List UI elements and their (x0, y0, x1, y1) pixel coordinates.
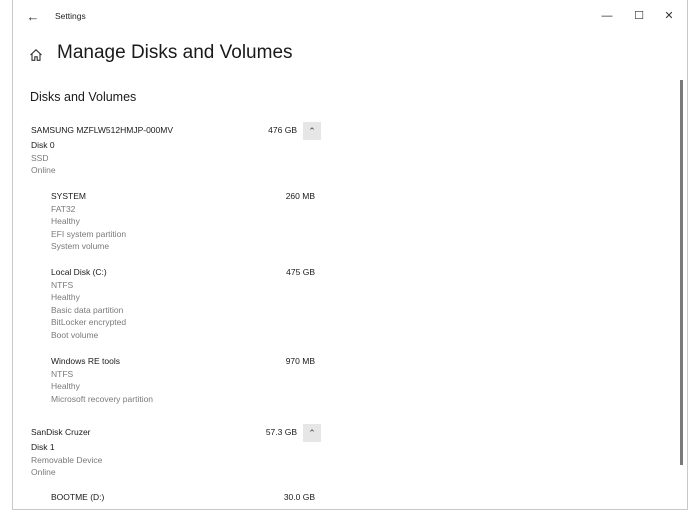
disk-type: Removable Device (31, 454, 103, 465)
disk-header-row[interactable]: SanDisk Cruzer 57.3 GB ⌃ (31, 424, 321, 442)
home-icon[interactable] (29, 48, 43, 62)
disk-entry: SAMSUNG MZFLW512HMJP-000MV 476 GB ⌃ Disk… (31, 122, 321, 177)
page-title: Manage Disks and Volumes (57, 42, 293, 63)
volume-partition-type: EFI system partition (51, 228, 127, 239)
volume-size: 30.0 GB (283, 492, 315, 502)
volume-size: 970 MB (285, 356, 315, 366)
volume-health: Healthy (51, 381, 80, 392)
volume-name: Windows RE tools (51, 356, 120, 366)
chevron-up-icon[interactable]: ⌃ (303, 122, 321, 140)
disk-header-row[interactable]: SAMSUNG MZFLW512HMJP-000MV 476 GB ⌃ (31, 122, 321, 140)
volume-encryption: BitLocker encrypted (51, 317, 127, 328)
volume-health: Healthy (51, 292, 80, 303)
back-arrow-icon[interactable]: ← (25, 9, 41, 25)
disk-size: 476 GB (268, 125, 297, 135)
disk-size: 57.3 GB (265, 427, 297, 437)
volume-filesystem: FAT32 (51, 203, 76, 214)
disk-name: SanDisk Cruzer (31, 427, 91, 437)
volume-entry[interactable]: SYSTEM 260 MB FAT32 Healthy EFI system p… (51, 190, 315, 253)
chevron-up-icon[interactable]: ⌃ (303, 424, 321, 442)
volume-health: Healthy (51, 216, 80, 227)
vertical-scrollbar[interactable] (680, 80, 683, 465)
volume-partition-type: Basic data partition (51, 304, 124, 315)
settings-window: ← Settings — ☐ ✕ Manage Disks and Volume… (12, 0, 688, 510)
disk-entry: SanDisk Cruzer 57.3 GB ⌃ Disk 1 Removabl… (31, 424, 321, 479)
volume-role: Boot volume (51, 329, 99, 340)
volume-filesystem: NTFS (51, 368, 74, 379)
close-button[interactable]: ✕ (661, 8, 677, 24)
disk-type: SSD (31, 152, 49, 163)
volume-entry[interactable]: Local Disk (C:) 475 GB NTFS Healthy Basi… (51, 266, 315, 342)
disk-name: SAMSUNG MZFLW512HMJP-000MV (31, 125, 174, 135)
volume-entry[interactable]: Windows RE tools 970 MB NTFS Healthy Mic… (51, 355, 315, 405)
volume-role: System volume (51, 241, 110, 252)
disk-label: Disk 0 (31, 140, 55, 150)
disk-status: Online (31, 165, 56, 176)
maximize-button[interactable]: ☐ (631, 8, 647, 24)
disk-label: Disk 1 (31, 442, 55, 452)
volume-filesystem: NTFS (51, 279, 74, 290)
volume-partition-type: Microsoft recovery partition (51, 393, 154, 404)
app-title: Settings (55, 11, 86, 21)
volume-name: Local Disk (C:) (51, 267, 107, 277)
disk-status: Online (31, 467, 56, 478)
volume-name: SYSTEM (51, 191, 86, 201)
volume-name: BOOTME (D:) (51, 492, 105, 502)
volume-entry[interactable]: BOOTME (D:) 30.0 GB (51, 491, 315, 504)
volume-size: 260 MB (285, 191, 315, 201)
minimize-button[interactable]: — (599, 8, 615, 24)
section-title: Disks and Volumes (30, 90, 137, 104)
title-bar: ← Settings — ☐ ✕ (13, 0, 687, 34)
volume-size: 475 GB (286, 267, 315, 277)
